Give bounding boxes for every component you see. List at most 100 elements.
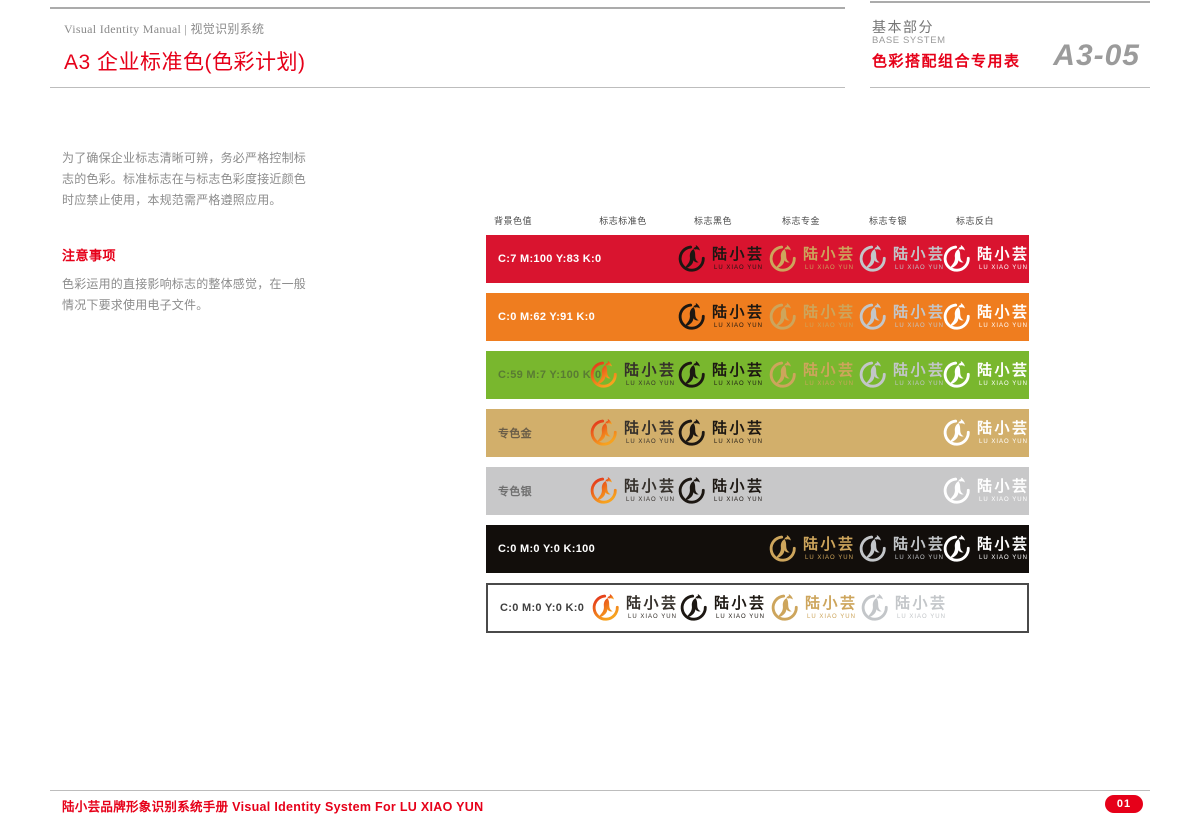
footer-rule (50, 790, 1150, 791)
logo-name-en: LU XIAO YUN (893, 555, 946, 561)
logo-name-cn: 陆小芸 (714, 596, 767, 611)
logo-name-en: LU XIAO YUN (803, 265, 856, 271)
logo-name-en: LU XIAO YUN (895, 614, 948, 620)
background-color-value: C:0 M:62 Y:91 K:0 (498, 311, 595, 323)
section-name-cn: 基本部分 (872, 17, 934, 37)
color-bar: C:0 M:62 Y:91 K:0 陆小芸 LU XIAO YUN 陆小芸 LU… (486, 293, 1029, 341)
logo-name-en: LU XIAO YUN (624, 381, 677, 387)
lu-xiao-yun-logo: 陆小芸 LU XIAO YUN (942, 244, 1030, 274)
logo-name-cn: 陆小芸 (624, 363, 677, 378)
logo-text: 陆小芸 LU XIAO YUN (712, 363, 765, 387)
phoenix-swirl-icon (589, 418, 619, 448)
lu-xiao-yun-logo: 陆小芸 LU XIAO YUN (858, 302, 946, 332)
column-header-row: 背景色值标志标准色标志黑色标志专金标志专银标志反白 (486, 212, 1029, 228)
logo-name-cn: 陆小芸 (893, 247, 946, 262)
logo-name-cn: 陆小芸 (712, 305, 765, 320)
logo-text: 陆小芸 LU XIAO YUN (977, 363, 1030, 387)
lu-xiao-yun-logo: 陆小芸 LU XIAO YUN (677, 360, 765, 390)
logo-name-cn: 陆小芸 (893, 305, 946, 320)
lu-xiao-yun-logo: 陆小芸 LU XIAO YUN (768, 244, 856, 274)
phoenix-swirl-icon (942, 418, 972, 448)
logo-name-cn: 陆小芸 (624, 421, 677, 436)
logo-name-cn: 陆小芸 (893, 363, 946, 378)
lu-xiao-yun-logo: 陆小芸 LU XIAO YUN (591, 593, 679, 623)
logo-text: 陆小芸 LU XIAO YUN (712, 479, 765, 503)
logo-name-cn: 陆小芸 (977, 363, 1030, 378)
intro-column: 为了确保企业标志清晰可辨，务必严格控制标志的色彩。标准标志在与标志色彩度接近颜色… (62, 148, 308, 316)
phoenix-swirl-icon (768, 244, 798, 274)
logo-name-en: LU XIAO YUN (803, 381, 856, 387)
lu-xiao-yun-logo: 陆小芸 LU XIAO YUN (770, 593, 858, 623)
column-header: 背景色值 (494, 214, 532, 227)
logo-name-cn: 陆小芸 (803, 363, 856, 378)
logo-name-cn: 陆小芸 (977, 479, 1030, 494)
logo-text: 陆小芸 LU XIAO YUN (714, 596, 767, 620)
phoenix-swirl-icon (589, 360, 619, 390)
logo-name-en: LU XIAO YUN (624, 497, 677, 503)
logo-name-cn: 陆小芸 (712, 363, 765, 378)
logo-name-en: LU XIAO YUN (624, 439, 677, 445)
vi-manual-page: Visual Identity Manual | 视觉识别系统 A3 企业标准色… (0, 0, 1200, 829)
background-color-value: 专色金 (498, 425, 532, 441)
column-header: 标志专金 (782, 214, 820, 227)
lu-xiao-yun-logo: 陆小芸 LU XIAO YUN (942, 302, 1030, 332)
logo-text: 陆小芸 LU XIAO YUN (893, 363, 946, 387)
color-bar: C:0 M:0 Y:0 K:100 陆小芸 LU XIAO YUN 陆小芸 LU… (486, 525, 1029, 573)
column-header: 标志标准色 (599, 214, 647, 227)
lu-xiao-yun-logo: 陆小芸 LU XIAO YUN (942, 476, 1030, 506)
logo-name-cn: 陆小芸 (977, 537, 1030, 552)
logo-name-en: LU XIAO YUN (712, 497, 765, 503)
lu-xiao-yun-logo: 陆小芸 LU XIAO YUN (677, 244, 765, 274)
logo-text: 陆小芸 LU XIAO YUN (803, 537, 856, 561)
lu-xiao-yun-logo: 陆小芸 LU XIAO YUN (942, 534, 1030, 564)
phoenix-swirl-icon (942, 476, 972, 506)
phoenix-swirl-icon (589, 476, 619, 506)
background-color-value: C:59 M:7 Y:100 K:0 (498, 369, 601, 381)
logo-name-en: LU XIAO YUN (803, 323, 856, 329)
background-color-value: 专色银 (498, 483, 532, 499)
lu-xiao-yun-logo: 陆小芸 LU XIAO YUN (677, 418, 765, 448)
lu-xiao-yun-logo: 陆小芸 LU XIAO YUN (860, 593, 948, 623)
logo-name-en: LU XIAO YUN (977, 555, 1030, 561)
logo-text: 陆小芸 LU XIAO YUN (624, 479, 677, 503)
color-combination-table: 背景色值标志标准色标志黑色标志专金标志专银标志反白 C:7 M:100 Y:83… (486, 212, 1029, 643)
lu-xiao-yun-logo: 陆小芸 LU XIAO YUN (942, 418, 1030, 448)
logo-name-en: LU XIAO YUN (893, 323, 946, 329)
phoenix-swirl-icon (858, 244, 888, 274)
logo-text: 陆小芸 LU XIAO YUN (712, 421, 765, 445)
phoenix-swirl-icon (942, 244, 972, 274)
color-bar: C:59 M:7 Y:100 K:0 陆小芸 LU XIAO YUN 陆小芸 L… (486, 351, 1029, 399)
phoenix-swirl-icon (768, 360, 798, 390)
sheet-subtitle: 色彩搭配组合专用表 (872, 50, 1021, 71)
note-paragraph: 色彩运用的直接影响标志的整体感觉，在一般情况下要求使用电子文件。 (62, 274, 308, 316)
phoenix-swirl-icon (860, 593, 890, 623)
logo-name-cn: 陆小芸 (803, 247, 856, 262)
logo-name-cn: 陆小芸 (803, 305, 856, 320)
background-color-value: C:7 M:100 Y:83 K:0 (498, 253, 601, 265)
logo-name-en: LU XIAO YUN (977, 381, 1030, 387)
page-title: A3 企业标准色(色彩计划) (64, 46, 306, 76)
lu-xiao-yun-logo: 陆小芸 LU XIAO YUN (768, 302, 856, 332)
logo-name-en: LU XIAO YUN (626, 614, 679, 620)
logo-name-cn: 陆小芸 (712, 479, 765, 494)
logo-text: 陆小芸 LU XIAO YUN (977, 537, 1030, 561)
logo-name-en: LU XIAO YUN (805, 614, 858, 620)
lu-xiao-yun-logo: 陆小芸 LU XIAO YUN (768, 360, 856, 390)
logo-name-en: LU XIAO YUN (712, 381, 765, 387)
color-bars: C:7 M:100 Y:83 K:0 陆小芸 LU XIAO YUN 陆小芸 L… (486, 235, 1029, 633)
logo-name-en: LU XIAO YUN (977, 497, 1030, 503)
logo-name-cn: 陆小芸 (893, 537, 946, 552)
column-header: 标志黑色 (694, 214, 732, 227)
phoenix-swirl-icon (677, 418, 707, 448)
logo-name-en: LU XIAO YUN (712, 265, 765, 271)
phoenix-swirl-icon (768, 534, 798, 564)
logo-name-en: LU XIAO YUN (712, 323, 765, 329)
logo-name-en: LU XIAO YUN (712, 439, 765, 445)
lu-xiao-yun-logo: 陆小芸 LU XIAO YUN (677, 476, 765, 506)
footer-title: 陆小芸品牌形象识别系统手册 Visual Identity System For… (62, 796, 483, 815)
logo-name-cn: 陆小芸 (977, 421, 1030, 436)
logo-text: 陆小芸 LU XIAO YUN (712, 247, 765, 271)
phoenix-swirl-icon (679, 593, 709, 623)
note-title: 注意事项 (62, 245, 308, 264)
color-bar: C:0 M:0 Y:0 K:0 陆小芸 LU XIAO YUN 陆小芸 LU X… (486, 583, 1029, 633)
